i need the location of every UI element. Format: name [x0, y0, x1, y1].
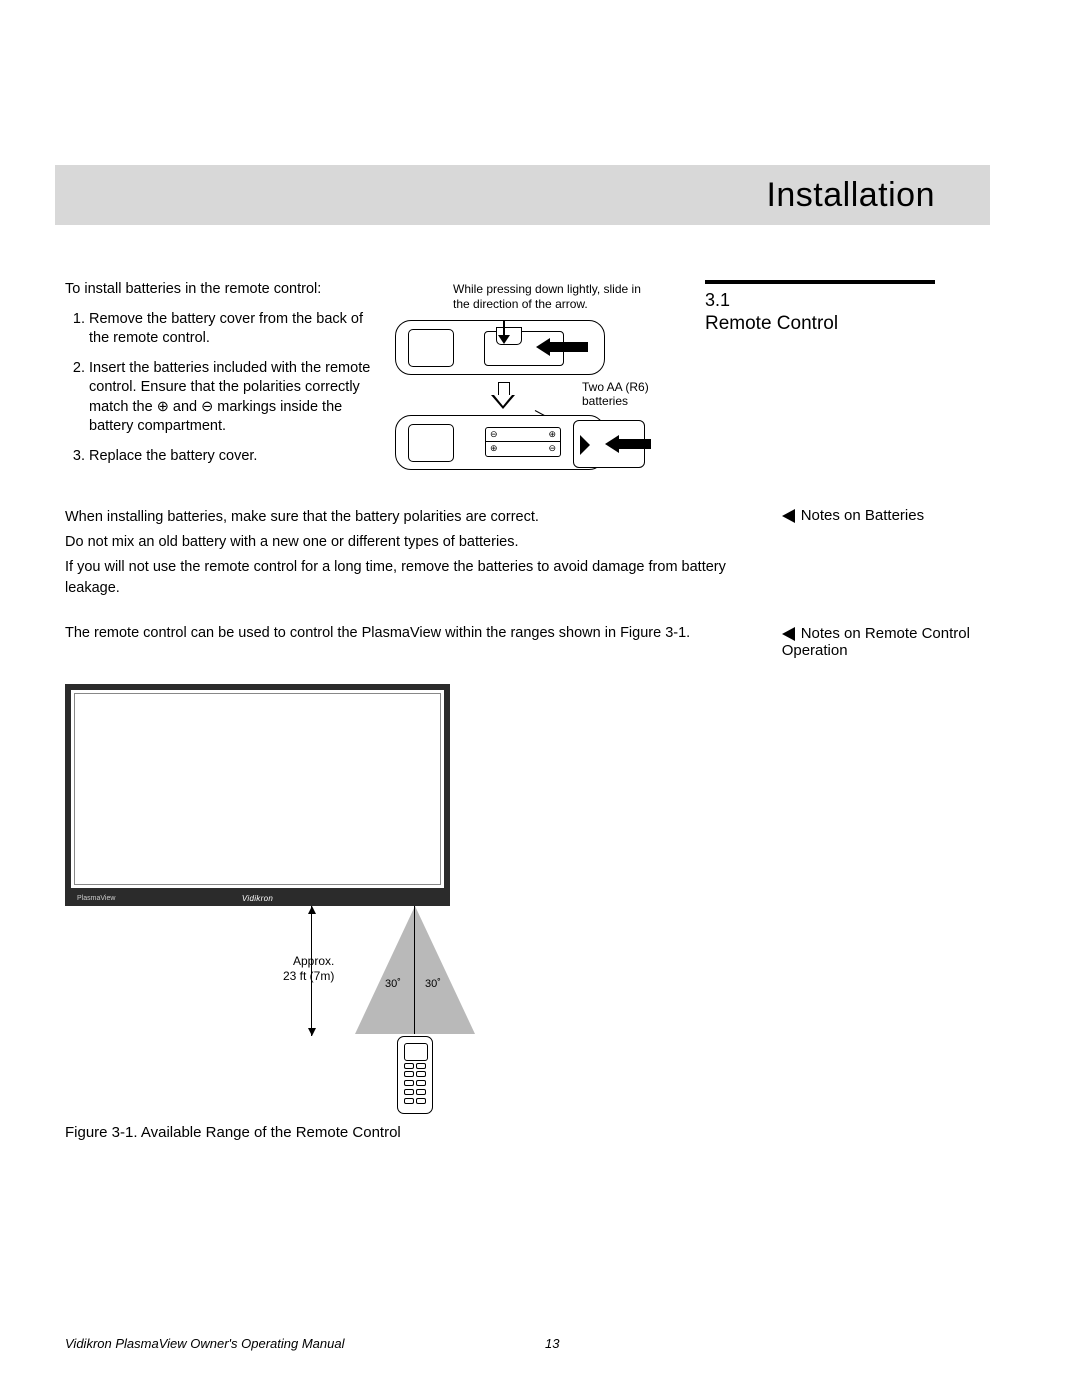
- notes-batteries-label: Notes on Batteries: [801, 507, 924, 524]
- notes-remote-side: Notes on Remote Control Operation: [782, 625, 990, 659]
- notes-remote-label: Notes on Remote Control Operation: [782, 625, 970, 659]
- battery-note-1: When installing batteries, make sure tha…: [65, 507, 764, 528]
- step-3: Replace the battery cover.: [89, 447, 375, 467]
- notes-batteries-side: Notes on Batteries: [782, 507, 990, 603]
- page-footer: Vidikron PlasmaView Owner's Operating Ma…: [65, 1336, 965, 1351]
- slide-caption: While pressing down lightly, slide in th…: [453, 282, 648, 312]
- section-title: Remote Control: [705, 313, 955, 335]
- chapter-title: Installation: [766, 176, 935, 215]
- remote-range-figure: PlasmaView Vidikron Approx. 23 ft (7m) 3…: [65, 684, 990, 1141]
- chapter-title-bar: Installation: [55, 165, 990, 225]
- angle-right-label: 30˚: [425, 978, 441, 990]
- slide-arrow-bar: [550, 342, 588, 352]
- ir-cone-centerline: [414, 906, 415, 1034]
- install-steps-list: Remove the battery cover from the back o…: [65, 310, 375, 467]
- distance-label: Approx. 23 ft (7m): [283, 954, 334, 984]
- footer-page-number: 13: [545, 1336, 559, 1351]
- cover-arrow-head: [605, 435, 619, 453]
- section-rule: [705, 280, 935, 284]
- figure-caption: Figure 3-1. Available Range of the Remot…: [65, 1124, 990, 1141]
- step-1: Remove the battery cover from the back o…: [89, 310, 375, 349]
- install-steps-column: To install batteries in the remote contr…: [65, 280, 375, 477]
- footer-title: Vidikron PlasmaView Owner's Operating Ma…: [65, 1336, 545, 1351]
- step-2: Insert the batteries included with the r…: [89, 359, 375, 437]
- open-arrow-icon: [491, 382, 515, 410]
- slide-arrow-head: [536, 338, 550, 356]
- battery-install-diagram: While pressing down lightly, slide in th…: [395, 280, 675, 477]
- battery-note-3: If you will not use the remote control f…: [65, 557, 764, 599]
- remote-range-text: The remote control can be used to contro…: [65, 625, 764, 659]
- battery-compartment-illustration: ⊖⊕ ⊕⊖: [485, 427, 561, 457]
- section-heading-column: 3.1 Remote Control: [705, 280, 955, 477]
- notes-arrow-icon: [782, 509, 795, 523]
- ir-cone-illustration: [355, 906, 475, 1034]
- battery-type-label: Two AA (R6) batteries: [582, 380, 675, 409]
- remote-small-illustration: [397, 1036, 433, 1114]
- down-indicator-arrow: [498, 335, 510, 344]
- section-number: 3.1: [705, 290, 955, 311]
- notes-batteries-text: When installing batteries, make sure tha…: [65, 507, 764, 603]
- intro-text: To install batteries in the remote contr…: [65, 280, 375, 300]
- angle-left-label: 30˚: [385, 978, 401, 990]
- cover-arrow-bar: [617, 439, 651, 449]
- tv-illustration: PlasmaView Vidikron: [65, 684, 450, 906]
- tv-brand-label: Vidikron: [71, 894, 444, 903]
- notes-arrow-icon: [782, 627, 795, 641]
- battery-note-2: Do not mix an old battery with a new one…: [65, 532, 764, 553]
